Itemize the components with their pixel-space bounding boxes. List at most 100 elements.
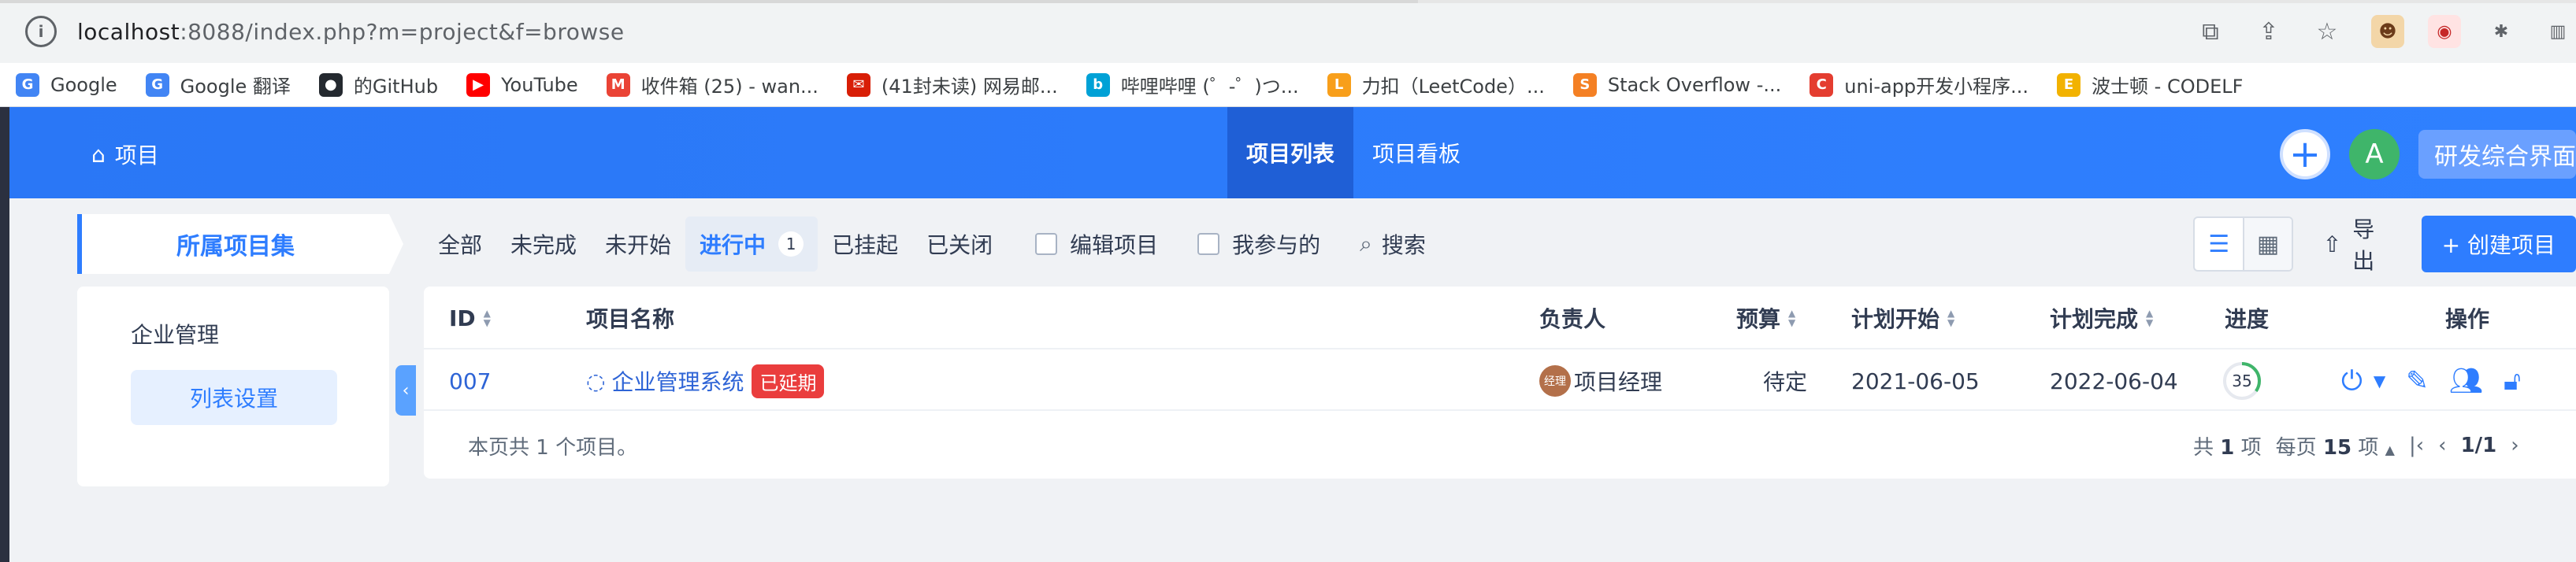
row-id[interactable]: 007 <box>449 351 491 411</box>
col-actions: 操作 <box>2445 306 2490 332</box>
nav-project-label: 项目 <box>114 142 159 168</box>
next-page-icon[interactable]: › <box>2511 434 2518 457</box>
share-icon[interactable]: ⇪ <box>2253 16 2285 47</box>
more-chevron-down-icon[interactable]: ▼ <box>2374 372 2385 390</box>
progress-ring: 35 <box>2222 360 2262 401</box>
bookmark-favicon-icon: L <box>1327 72 1351 97</box>
col-plan-start[interactable]: 计划开始 ▲ ▼ <box>1851 287 1954 349</box>
bookmark-item[interactable]: Cuni-app开发小程序... <box>1810 71 2029 98</box>
row-owner: 经理 项目经理 <box>1539 351 1662 411</box>
system-switch-button[interactable]: 研发综合界面 <box>2418 130 2576 179</box>
tab-strip <box>0 0 1418 3</box>
col-name[interactable]: 项目名称 <box>586 287 674 349</box>
col-progress[interactable]: 进度 <box>2225 287 2269 349</box>
col-budget[interactable]: 预算 ▲ ▼ <box>1736 287 1795 349</box>
sidebar-collapse-handle[interactable]: ‹ <box>395 365 416 416</box>
bookmark-favicon-icon: E <box>2057 72 2081 97</box>
sidebar-header[interactable]: 所属项目集 <box>77 214 389 274</box>
filter-wait[interactable]: 未开始 <box>591 216 685 272</box>
bookmark-item[interactable]: ● 的GitHub <box>318 71 438 98</box>
bookmark-item[interactable]: G Google <box>16 72 117 97</box>
user-avatar[interactable]: A <box>2349 129 2400 179</box>
bookmark-favicon-icon: ▶ <box>466 72 491 97</box>
col-id[interactable]: ID ▲ ▼ <box>449 287 491 349</box>
bookmark-star-icon[interactable]: ☆ <box>2311 16 2343 47</box>
side-panel-icon[interactable]: ▥ <box>2541 15 2574 48</box>
address-bar[interactable]: i localhost:8088/index.php?m=project&f=b… <box>11 8 2359 55</box>
project-type-icon: ◌ <box>586 368 606 394</box>
project-table: ID ▲ ▼ 项目名称 负责人 预算 ▲ ▼ 计划开始 ▲ ▼ 计划完成 ▲ ▼ 进度 操作 0… <box>424 287 2576 479</box>
list-view-icon[interactable]: ☰ <box>2195 218 2243 270</box>
bookmark-item[interactable]: ✉ (41封未读) 网易邮... <box>846 71 1058 98</box>
bookmark-item[interactable]: G Google 翻译 <box>145 71 291 98</box>
first-page-icon[interactable]: |‹ <box>2409 434 2424 457</box>
bookmark-label: 波士顿 - CODELF <box>2092 76 2244 98</box>
col-plan-end[interactable]: 计划完成 ▲ ▼ <box>2050 287 2153 349</box>
my-involved-label: 我参与的 <box>1232 232 1321 258</box>
extension-icon[interactable]: ☻ <box>2371 15 2404 48</box>
row-name-cell: ◌ 企业管理系统 已延期 <box>586 351 825 411</box>
owner-avatar: 经理 <box>1539 365 1571 397</box>
lock-icon[interactable]: 🔓︎ <box>2504 365 2521 397</box>
extensions-puzzle-icon[interactable]: ✱ <box>2485 15 2518 48</box>
filter-closed[interactable]: 已关闭 <box>912 216 1007 272</box>
bookmark-item[interactable]: b 哔哩哔哩 (゜-゜)つ... <box>1086 71 1299 98</box>
site-info-icon[interactable]: i <box>25 16 57 47</box>
export-button[interactable]: ⇧ 导出 <box>2323 213 2392 275</box>
nav-tabs: 项目列表 项目看板 <box>1227 107 1479 198</box>
global-create-button[interactable]: + <box>2280 129 2330 179</box>
my-involved-checkbox[interactable]: 我参与的 <box>1183 216 1334 272</box>
list-settings-button[interactable]: 列表设置 <box>131 370 337 425</box>
team-members-icon[interactable]: 👥︎ <box>2449 365 2483 397</box>
prev-page-icon[interactable]: ‹ <box>2438 434 2446 457</box>
bookmark-label: Google 翻译 <box>180 76 291 98</box>
owner-name: 项目经理 <box>1574 369 1663 395</box>
bookmark-item[interactable]: ▶ YouTube <box>466 72 578 97</box>
nav-project-switcher[interactable]: ⌂ 项目 <box>91 139 159 170</box>
page-info: 1/1 <box>2460 434 2497 457</box>
bookmark-label: uni-app开发小程序... <box>1844 76 2029 98</box>
filter-all[interactable]: 全部 <box>424 216 496 272</box>
top-navbar: ⌂ 项目 项目列表 项目看板 + A 研发综合界面 <box>9 107 2576 198</box>
tab-project-kanban[interactable]: 项目看板 <box>1353 107 1479 198</box>
bookmark-item[interactable]: L 力扣（LeetCode）... <box>1327 71 1545 98</box>
delayed-badge: 已延期 <box>752 364 825 398</box>
bookmark-item[interactable]: S Stack Overflow -... <box>1572 72 1781 97</box>
search-label: 搜索 <box>1381 232 1426 258</box>
tab-project-list[interactable]: 项目列表 <box>1227 107 1354 198</box>
filter-suspended[interactable]: 已挂起 <box>818 216 912 272</box>
start-power-icon[interactable]: ⏻ <box>2341 365 2363 397</box>
sidebar-header-arrow <box>389 214 403 274</box>
table-row: 007 ◌ 企业管理系统 已延期 经理 项目经理 待定 2021-06-05 2… <box>424 351 2576 411</box>
sidebar-item-enterprise[interactable]: 企业管理 <box>131 318 219 349</box>
sort-icon: ▲ ▼ <box>2146 308 2154 328</box>
bookmark-item[interactable]: M 收件箱 (25) - wan... <box>606 71 818 98</box>
bookmark-label: 哔哩哔哩 (゜-゜)つ... <box>1120 76 1299 98</box>
col-owner[interactable]: 负责人 <box>1539 287 1605 349</box>
bookmark-label: Google <box>50 73 117 96</box>
filter-doing[interactable]: 进行中 1 <box>685 216 818 272</box>
app-root: ⌂ 项目 项目列表 项目看板 + A 研发综合界面 所属项目集 企业管理 列表设… <box>0 107 2576 562</box>
checkbox-icon <box>1197 233 1220 255</box>
filter-bar: 全部 未完成 未开始 进行中 1 已挂起 已关闭 编辑项目 我参与的 ⌕ 搜索 <box>424 214 1440 274</box>
bookmark-favicon-icon: b <box>1086 72 1110 97</box>
view-toggle: ☰ ▦ <box>2193 216 2293 272</box>
card-view-icon[interactable]: ▦ <box>2243 218 2292 270</box>
edit-icon[interactable]: ✎ <box>2406 365 2429 397</box>
edit-project-checkbox[interactable]: 编辑项目 <box>1021 216 1172 272</box>
url-text[interactable]: localhost:8088/index.php?m=project&f=bro… <box>77 19 625 45</box>
row-plan-start: 2021-06-05 <box>1851 368 1980 394</box>
screen-record-icon[interactable]: ◉ <box>2428 15 2461 48</box>
bookmark-item[interactable]: E 波士顿 - CODELF <box>2057 71 2243 98</box>
sidebar-panel: 企业管理 列表设置 <box>77 287 389 486</box>
search-button[interactable]: ⌕ 搜索 <box>1346 216 1440 272</box>
per-page-select[interactable]: 每页 15 项 ▲ <box>2276 431 2395 460</box>
filter-doing-label: 进行中 <box>700 232 766 258</box>
create-project-button[interactable]: + 创建项目 <box>2421 216 2576 272</box>
project-name-link[interactable]: 企业管理系统 <box>611 365 744 397</box>
row-actions: ⏻ ▼ ✎ 👥︎ 🔓︎ <box>2341 351 2521 411</box>
bookmark-favicon-icon: C <box>1810 72 1834 97</box>
toolbar-right: ☰ ▦ ⇧ 导出 + 创建项目 <box>2193 214 2576 274</box>
translate-icon[interactable]: ⧉ <box>2195 16 2226 47</box>
filter-undone[interactable]: 未完成 <box>496 216 591 272</box>
